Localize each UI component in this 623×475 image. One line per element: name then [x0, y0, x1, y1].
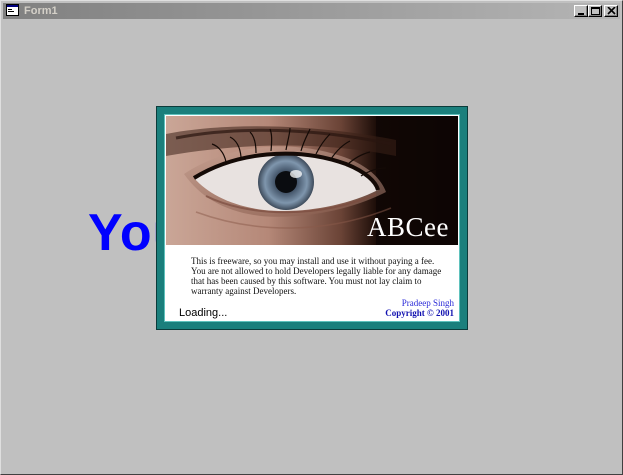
- main-window: Form1 Your Software: [0, 0, 623, 475]
- freeware-disclaimer: This is freeware, so you may install and…: [191, 256, 453, 296]
- splash-panel: ABCee This is freeware, so you may insta…: [166, 116, 458, 320]
- close-button[interactable]: [604, 5, 618, 17]
- product-name: ABCee: [367, 212, 449, 242]
- close-icon: [607, 7, 616, 15]
- form-app-icon[interactable]: [6, 4, 19, 16]
- maximize-icon: [591, 7, 600, 15]
- disclaimer-line: that has been caused by this software. Y…: [191, 276, 422, 286]
- minimize-icon: [578, 13, 584, 15]
- splash-screen: ABCee This is freeware, so you may insta…: [157, 107, 467, 329]
- copyright-notice: Copyright © 2001: [385, 308, 454, 318]
- maximize-button[interactable]: [588, 5, 602, 17]
- disclaimer-line: This is freeware, so you may install and…: [191, 256, 435, 266]
- minimize-button[interactable]: [574, 5, 588, 17]
- author-name: Pradeep Singh: [401, 298, 454, 308]
- window-title: Form1: [24, 5, 58, 17]
- loading-status: Loading...: [179, 307, 228, 319]
- title-bar[interactable]: Form1: [3, 3, 620, 19]
- disclaimer-line: You are not allowed to hold Developers l…: [191, 266, 442, 276]
- disclaimer-line: warranty against Developers.: [191, 286, 297, 296]
- author-block: Pradeep Singh Copyright © 2001: [385, 298, 454, 318]
